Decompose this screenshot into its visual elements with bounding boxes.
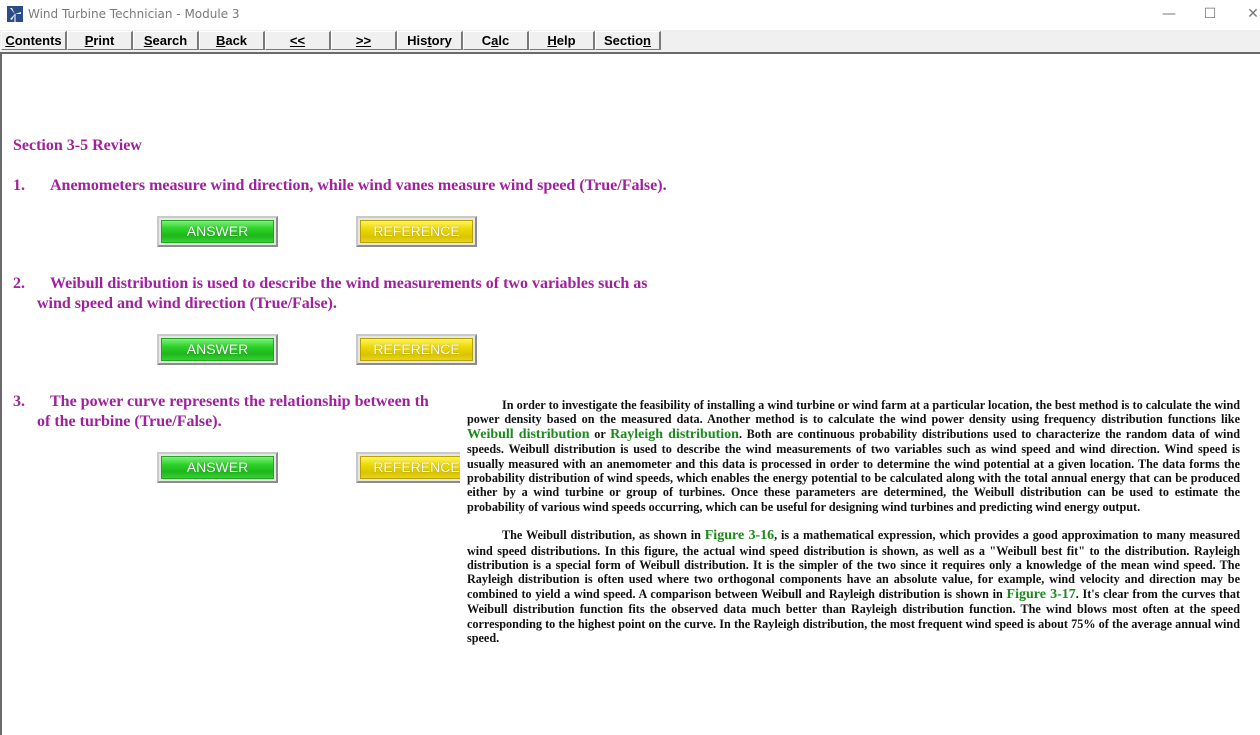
weibull-distribution-link[interactable]: Weibull distribution: [467, 427, 590, 442]
previous-page-button[interactable]: <<: [265, 31, 331, 50]
figure-3-17-link[interactable]: Figure 3-17: [1007, 587, 1076, 602]
calc-button[interactable]: Calc: [463, 31, 529, 50]
maximize-button[interactable]: ☐: [1187, 0, 1233, 30]
close-button[interactable]: ✕: [1230, 0, 1260, 30]
question-text: Anemometers measure wind direction, whil…: [50, 177, 667, 194]
reference-button-2[interactable]: REFERENCE: [356, 334, 477, 365]
minimize-button[interactable]: —: [1146, 0, 1192, 30]
contents-button[interactable]: Contents: [1, 31, 67, 50]
question-text: Weibull distribution is used to describe…: [50, 275, 648, 292]
answer-button-3[interactable]: ANSWER: [157, 452, 278, 483]
help-button[interactable]: Help: [529, 31, 595, 50]
question-text-line2: of the turbine (True/False).: [37, 413, 222, 430]
window-title: Wind Turbine Technician - Module 3: [28, 7, 240, 21]
reference-button-3[interactable]: REFERENCE: [356, 452, 477, 483]
answer-button-2[interactable]: ANSWER: [157, 334, 278, 365]
next-page-button[interactable]: >>: [331, 31, 397, 50]
history-button[interactable]: History: [397, 31, 463, 50]
question-number: 2.: [13, 275, 25, 292]
reference-popup: In order to investigate the feasibility …: [460, 398, 1240, 660]
question-text-line2: wind speed and wind direction (True/Fals…: [37, 295, 337, 312]
reference-button-1[interactable]: REFERENCE: [356, 216, 477, 247]
title-bar: Wind Turbine Technician - Module 3 — ☐ ✕: [0, 0, 1260, 30]
popup-paragraph-1: In order to investigate the feasibility …: [467, 398, 1240, 514]
back-button[interactable]: Back: [199, 31, 265, 50]
popup-paragraph-2: The Weibull distribution, as shown in Fi…: [467, 528, 1241, 646]
question-2: 2. Weibull distribution is used to descr…: [13, 274, 773, 314]
wind-turbine-app-icon: [7, 6, 23, 22]
rayleigh-distribution-link[interactable]: Rayleigh distribution: [610, 427, 739, 442]
print-button[interactable]: Print: [67, 31, 133, 50]
question-number: 1.: [13, 177, 25, 194]
section-title: Section 3-5 Review: [13, 137, 142, 154]
question-number: 3.: [13, 393, 25, 410]
answer-button-1[interactable]: ANSWER: [157, 216, 278, 247]
toolbar: Contents Print Search Back << >> History…: [0, 30, 1260, 54]
figure-3-16-link[interactable]: Figure 3-16: [705, 528, 774, 543]
section-button[interactable]: Section: [595, 31, 661, 50]
search-button[interactable]: Search: [133, 31, 199, 50]
question-text: The power curve represents the relations…: [50, 393, 429, 410]
